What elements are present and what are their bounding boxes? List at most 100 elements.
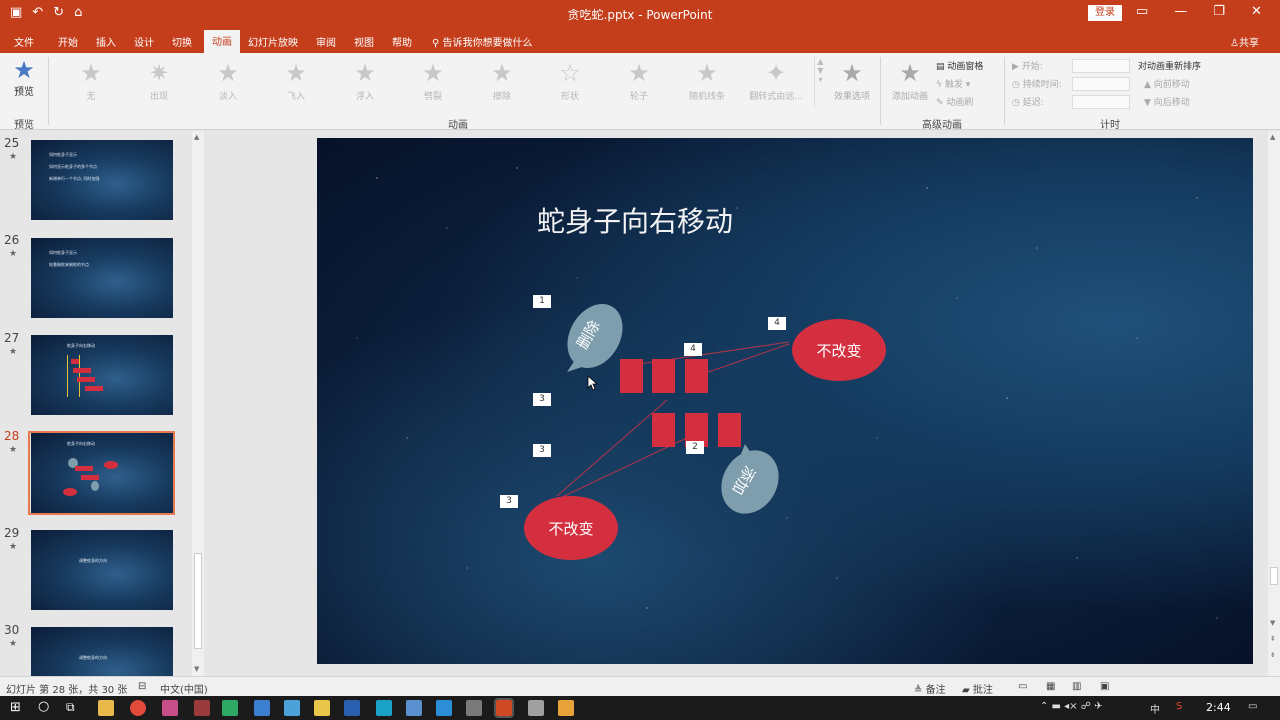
anim-random-bars[interactable]: ★ 随机线条: [677, 57, 737, 102]
snake-segment[interactable]: [685, 359, 708, 393]
close-icon[interactable]: ✕: [1251, 4, 1262, 19]
slide-thumbnail-30[interactable]: 调整蛇身的方向: [31, 627, 173, 676]
slide-thumbnail-27[interactable]: 蛇身子向右移动: [31, 335, 173, 415]
comments-button[interactable]: ▰ 批注: [962, 681, 993, 696]
animation-marker[interactable]: 3: [533, 393, 551, 406]
anim-grow-turn[interactable]: ✦ 翻转式由远...: [746, 57, 806, 102]
anim-none[interactable]: ★ 无: [61, 57, 121, 102]
minimize-icon[interactable]: —: [1174, 4, 1187, 19]
slide-sorter-icon[interactable]: ▦: [1046, 681, 1055, 692]
notification-icon[interactable]: ▭: [1248, 701, 1257, 712]
delay-input[interactable]: [1072, 95, 1130, 109]
app-icon[interactable]: [284, 700, 300, 716]
anim-fade[interactable]: ★ 淡入: [198, 57, 258, 102]
ime-indicator[interactable]: 中: [1150, 701, 1160, 716]
slide-thumbnail-29[interactable]: 调整蛇身的方向: [31, 530, 173, 610]
slide-scrollbar[interactable]: ▲ ▼ ⇞ ⇟: [1268, 131, 1280, 676]
app-icon[interactable]: [528, 700, 544, 716]
snake-segment[interactable]: [718, 413, 741, 447]
restore-icon[interactable]: ❐: [1213, 4, 1225, 19]
add-animation-button[interactable]: ★ 添加动画: [888, 57, 932, 102]
slideshow-view-icon[interactable]: ▣: [1100, 681, 1109, 692]
current-slide[interactable]: 蛇身子向右移动 删除 添加 不改变 不改变 1 4 4 3 3 2 3: [317, 138, 1253, 664]
scroll-thumb[interactable]: [194, 553, 202, 649]
animation-marker[interactable]: 4: [768, 317, 786, 330]
folder-app-icon[interactable]: [314, 700, 330, 716]
effect-options-button[interactable]: ★ 效果选项: [830, 57, 874, 102]
next-slide-icon[interactable]: ⇟: [1270, 651, 1276, 659]
ribbon-display-icon[interactable]: ▭: [1136, 4, 1148, 19]
tab-home[interactable]: 开始: [58, 34, 78, 49]
tab-slideshow[interactable]: 幻灯片放映: [248, 34, 298, 49]
tell-me-search[interactable]: ⚲ 告诉我你想要做什么: [432, 34, 533, 49]
animation-painter-button[interactable]: ✎ 动画刷: [936, 95, 973, 108]
anim-wipe[interactable]: ★ 擦除: [472, 57, 532, 102]
tray-icons[interactable]: ⌃ ▬ ◂× ☍ ✈: [1040, 701, 1102, 712]
anim-float-in[interactable]: ★ 浮入: [335, 57, 395, 102]
duration-input[interactable]: [1072, 77, 1130, 91]
app-icon[interactable]: [558, 700, 574, 716]
gallery-scroll[interactable]: ▲ ▼ ▾: [814, 57, 826, 107]
sogou-icon[interactable]: S: [1176, 701, 1182, 712]
anim-split[interactable]: ★ 劈裂: [403, 57, 463, 102]
slide-thumbnail-28[interactable]: 蛇身子向右移动: [31, 433, 173, 513]
anim-appear[interactable]: ✷ 出现: [129, 57, 189, 102]
tab-review[interactable]: 审阅: [316, 34, 336, 49]
anim-shape[interactable]: ☆ 形状: [540, 57, 600, 102]
spellcheck-icon[interactable]: ⊟: [138, 681, 146, 692]
task-view-icon[interactable]: ⧉: [66, 700, 75, 715]
start-select[interactable]: [1072, 59, 1130, 73]
search-icon[interactable]: ○: [38, 699, 49, 714]
tab-file[interactable]: 文件: [14, 34, 34, 49]
chrome-app-icon[interactable]: [130, 700, 146, 716]
taskbar-clock[interactable]: 2:44: [1206, 701, 1231, 714]
ie-app-icon[interactable]: [376, 700, 392, 716]
share-button[interactable]: ♙共享: [1230, 34, 1259, 49]
anim-wheel[interactable]: ★ 轮子: [609, 57, 669, 102]
powerpoint-app-icon[interactable]: [494, 698, 514, 718]
tab-animations[interactable]: 动画: [204, 30, 240, 53]
snake-segment[interactable]: [652, 413, 675, 447]
move-earlier-button[interactable]: ▲ 向前移动: [1144, 77, 1190, 90]
word-app-icon[interactable]: [344, 700, 360, 716]
animation-pane-button[interactable]: ▤ 动画窗格: [936, 59, 983, 72]
preview-button[interactable]: ★ 预览: [6, 57, 42, 98]
scroll-down-icon[interactable]: ▼: [1270, 619, 1275, 627]
animation-marker[interactable]: 1: [533, 295, 551, 308]
app-icon[interactable]: [406, 700, 422, 716]
app-icon[interactable]: [466, 700, 482, 716]
gallery-more-icon[interactable]: ▾: [815, 75, 826, 84]
anim-fly-in[interactable]: ★ 飞入: [266, 57, 326, 102]
tab-view[interactable]: 视图: [354, 34, 374, 49]
thumbnails-scrollbar[interactable]: ▲ ▼: [192, 131, 204, 676]
slide-title[interactable]: 蛇身子向右移动: [537, 200, 857, 240]
tab-transitions[interactable]: 切换: [172, 34, 192, 49]
chevron-down-icon[interactable]: ▼: [815, 66, 826, 75]
normal-view-icon[interactable]: ▭: [1018, 681, 1027, 692]
app-icon[interactable]: [254, 700, 270, 716]
trigger-button[interactable]: ϟ 触发 ▾: [936, 77, 970, 90]
chevron-up-icon[interactable]: ▲: [815, 57, 826, 66]
scroll-thumb[interactable]: [1270, 567, 1278, 585]
slide-thumbnail-25[interactable]: 如何蛇身子显示 如何显示蛇身子的多个节点 新增单行一个节点, 同时加强: [31, 140, 173, 220]
animation-marker[interactable]: 4: [684, 343, 702, 356]
language-indicator[interactable]: 中文(中国): [160, 681, 208, 696]
reading-view-icon[interactable]: ▥: [1072, 681, 1081, 692]
slide-thumbnail-26[interactable]: 如何蛇身子显示 轮番制蛇来制蛇的节点: [31, 238, 173, 318]
tab-insert[interactable]: 插入: [96, 34, 116, 49]
tab-design[interactable]: 设计: [134, 34, 154, 49]
previous-slide-icon[interactable]: ⇞: [1270, 635, 1276, 643]
app-icon[interactable]: [194, 700, 210, 716]
animation-marker[interactable]: 2: [686, 441, 704, 454]
notes-button[interactable]: ≜ 备注: [914, 681, 946, 696]
scroll-up-icon[interactable]: ▲: [194, 133, 199, 141]
app-icon[interactable]: [222, 700, 238, 716]
app-icon[interactable]: [436, 700, 452, 716]
scroll-down-icon[interactable]: ▼: [194, 665, 199, 673]
snake-segment[interactable]: [652, 359, 675, 393]
move-later-button[interactable]: ▼ 向后移动: [1144, 95, 1190, 108]
app-icon[interactable]: [162, 700, 178, 716]
animation-marker[interactable]: 3: [500, 495, 518, 508]
animation-marker[interactable]: 3: [533, 444, 551, 457]
login-button[interactable]: 登录: [1088, 5, 1122, 21]
